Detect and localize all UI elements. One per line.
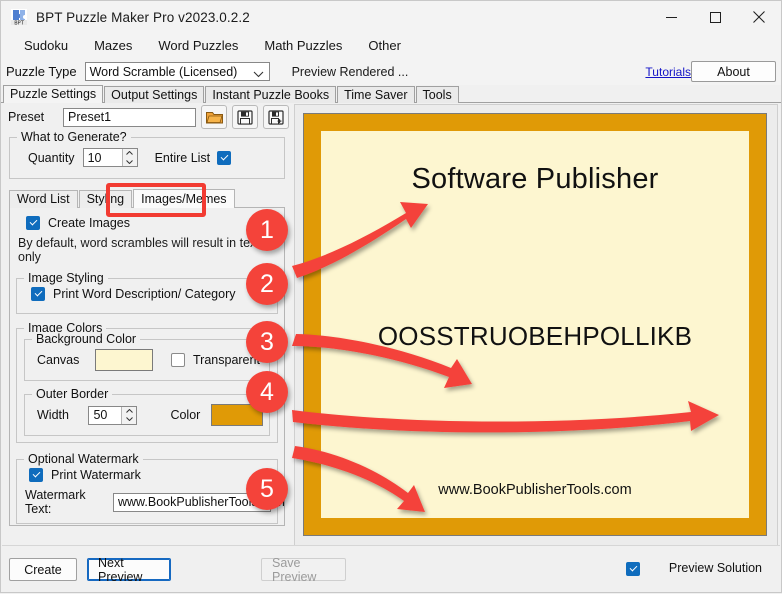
- callout-3: 3: [246, 321, 288, 363]
- image-colors-group: Image Colors Background Color Canvas Tra…: [16, 328, 278, 443]
- callout-5-number: 5: [260, 475, 274, 504]
- callout-1-number: 1: [260, 216, 274, 245]
- content-area: Preset Preset1: [2, 104, 780, 546]
- preview-pane: Software Publisher OOSSTRUOBEHPOLLIKB ww…: [294, 104, 778, 546]
- canvas-color-swatch[interactable]: [95, 349, 153, 371]
- preset-input[interactable]: Preset1: [63, 108, 196, 127]
- canvas-label: Canvas: [37, 353, 95, 367]
- outer-border-legend: Outer Border: [32, 387, 112, 401]
- settings-sub-tabs: Word List Styling Images/Memes: [9, 189, 285, 208]
- callout-2: 2: [246, 263, 288, 305]
- preset-label: Preset: [8, 110, 63, 124]
- tab-instant-puzzle-books[interactable]: Instant Puzzle Books: [205, 86, 336, 103]
- preview-title-text: Software Publisher: [321, 163, 749, 196]
- border-width-stepper[interactable]: 50: [88, 406, 137, 425]
- preview-status-text: Preview Rendered ...: [292, 65, 409, 79]
- what-to-generate-group: What to Generate? Quantity 10 Entire Lis…: [9, 137, 285, 179]
- about-button[interactable]: About: [691, 61, 776, 82]
- puzzle-type-select[interactable]: Word Scramble (Licensed): [85, 62, 270, 81]
- preview-canvas: Software Publisher OOSSTRUOBEHPOLLIKB ww…: [321, 131, 749, 518]
- menu-item-math-puzzles[interactable]: Math Puzzles: [251, 33, 355, 58]
- sub-tab-images-memes[interactable]: Images/Memes: [133, 189, 234, 208]
- window-title: BPT Puzzle Maker Pro v2023.0.2.2: [36, 10, 250, 25]
- puzzle-preview-image[interactable]: Software Publisher OOSSTRUOBEHPOLLIKB ww…: [303, 113, 767, 536]
- print-word-description-checkbox[interactable]: [31, 287, 45, 301]
- menu-item-sudoku[interactable]: Sudoku: [11, 33, 81, 58]
- print-watermark-label: Print Watermark: [51, 468, 141, 482]
- sub-tab-word-list[interactable]: Word List: [9, 190, 78, 208]
- callout-3-number: 3: [260, 328, 274, 357]
- outer-border-group: Outer Border Width 50 Color: [24, 394, 270, 436]
- bpt-app-icon: BPT: [10, 8, 28, 26]
- preset-row: Preset Preset1: [3, 104, 291, 130]
- preview-solution-label: Preview Solution: [669, 561, 762, 575]
- print-word-description-label: Print Word Description/ Category: [53, 287, 235, 301]
- window-controls: [649, 1, 781, 33]
- callout-4: 4: [246, 371, 288, 413]
- next-preview-button[interactable]: Next Preview: [87, 558, 171, 581]
- tab-output-settings[interactable]: Output Settings: [104, 86, 204, 103]
- border-width-spin-buttons[interactable]: [121, 407, 136, 424]
- svg-text:BPT: BPT: [14, 20, 24, 26]
- create-images-label: Create Images: [48, 216, 130, 230]
- border-color-label: Color: [170, 408, 200, 422]
- callout-1: 1: [246, 209, 288, 251]
- menu-item-mazes[interactable]: Mazes: [81, 33, 145, 58]
- tab-tools[interactable]: Tools: [416, 86, 459, 103]
- puzzle-type-label: Puzzle Type: [6, 64, 77, 79]
- optional-watermark-legend: Optional Watermark: [24, 452, 143, 466]
- close-icon[interactable]: [737, 1, 781, 33]
- quantity-stepper[interactable]: 10: [83, 148, 138, 167]
- save-preview-button: Save Preview: [261, 558, 346, 581]
- callout-2-number: 2: [260, 270, 274, 299]
- callout-5: 5: [246, 468, 288, 510]
- image-styling-group: Image Styling Print Word Description/ Ca…: [16, 278, 278, 314]
- transparent-checkbox[interactable]: [171, 353, 185, 367]
- title-bar: BPT BPT Puzzle Maker Pro v2023.0.2.2: [1, 1, 781, 33]
- create-images-hint: By default, word scrambles will result i…: [18, 236, 284, 264]
- minimize-icon[interactable]: [649, 1, 693, 33]
- preview-scramble-text: OOSSTRUOBEHPOLLIKB: [321, 321, 749, 352]
- create-button[interactable]: Create: [9, 558, 77, 581]
- background-color-group: Background Color Canvas Transparent: [24, 339, 270, 381]
- puzzle-type-selected-value: Word Scramble (Licensed): [86, 65, 238, 79]
- puzzle-type-row: Puzzle Type Word Scramble (Licensed) Pre…: [1, 58, 781, 85]
- save-as-icon[interactable]: [263, 105, 289, 129]
- quantity-spin-buttons[interactable]: [122, 149, 137, 166]
- maximize-icon[interactable]: [693, 1, 737, 33]
- watermark-text-label: Watermark Text:: [25, 488, 106, 516]
- chevron-down-icon: [253, 67, 264, 81]
- border-width-label: Width: [37, 408, 88, 422]
- tab-time-saver[interactable]: Time Saver: [337, 86, 414, 103]
- menu-item-other[interactable]: Other: [355, 33, 414, 58]
- entire-list-checkbox[interactable]: [217, 151, 231, 165]
- bottom-bar: Create Next Preview Save Preview Preview…: [2, 545, 780, 591]
- preview-solution-checkbox[interactable]: [626, 562, 640, 576]
- tab-puzzle-settings[interactable]: Puzzle Settings: [3, 85, 103, 103]
- preview-watermark-text: www.BookPublisherTools.com: [321, 482, 749, 498]
- tutorials-link[interactable]: Tutorials: [645, 65, 691, 79]
- sub-tab-styling[interactable]: Styling: [79, 190, 133, 208]
- image-styling-legend: Image Styling: [24, 271, 108, 285]
- images-memes-panel: Create Images By default, word scrambles…: [9, 208, 285, 526]
- folder-open-icon[interactable]: [201, 105, 227, 129]
- menu-item-word-puzzles[interactable]: Word Puzzles: [145, 33, 251, 58]
- quantity-label: Quantity: [28, 151, 75, 165]
- what-to-generate-legend: What to Generate?: [17, 130, 131, 144]
- optional-watermark-group: Optional Watermark Print Watermark Water…: [16, 459, 278, 524]
- quantity-value: 10: [84, 151, 102, 165]
- application-window: BPT BPT Puzzle Maker Pro v2023.0.2.2 Sud…: [0, 0, 782, 593]
- menu-bar: Sudoku Mazes Word Puzzles Math Puzzles O…: [1, 33, 781, 58]
- border-width-value: 50: [89, 408, 107, 422]
- create-images-checkbox[interactable]: [26, 216, 40, 230]
- main-tab-strip: Puzzle Settings Output Settings Instant …: [1, 85, 781, 103]
- entire-list-label: Entire List: [155, 151, 211, 165]
- callout-4-number: 4: [260, 378, 274, 407]
- save-icon[interactable]: [232, 105, 258, 129]
- background-color-legend: Background Color: [32, 332, 140, 346]
- print-watermark-checkbox[interactable]: [29, 468, 43, 482]
